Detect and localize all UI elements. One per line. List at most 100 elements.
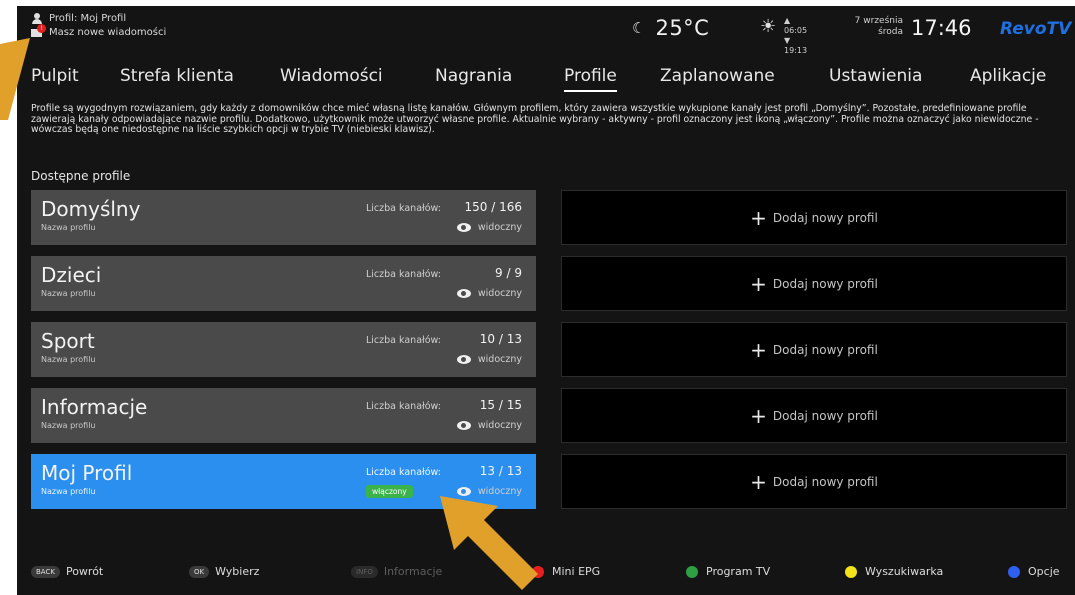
channel-count: 150 / 166: [464, 200, 522, 214]
green-button-icon: [686, 565, 698, 578]
channel-count-label: Liczba kanałów:: [366, 401, 441, 412]
channel-count-label: Liczba kanałów:: [366, 467, 441, 478]
add-profile-label: Dodaj nowy profil: [772, 408, 878, 423]
tab-wiadomosci[interactable]: Wiadomości: [280, 66, 383, 86]
channel-count-label: Liczba kanałów:: [366, 269, 441, 280]
profile-name-caption: Nazwa profilu: [41, 355, 96, 364]
weather: ☾ 25°C ☀ ▲ 06:05 ▼ 19:13: [632, 16, 807, 55]
profile-card-sport[interactable]: Sport Nazwa profilu Liczba kanałów: 10 /…: [31, 322, 536, 377]
plus-icon: +: [750, 403, 767, 428]
profile-name: Moj Profil: [41, 461, 133, 485]
tab-ustawienia[interactable]: Ustawienia: [829, 66, 922, 86]
channel-count-label: Liczba kanałów:: [366, 335, 441, 346]
sunrise-arrow-icon: ▲: [784, 16, 791, 25]
profile-name: Sport: [41, 329, 95, 353]
visibility-label: widoczny: [477, 354, 522, 365]
top-bar: Profil: Moj Profil ! Masz nowe wiadomośc…: [17, 6, 1075, 55]
plus-icon: +: [750, 337, 767, 362]
channel-count: 15 / 15: [479, 398, 522, 412]
pointer-arrow-topleft-icon: [0, 38, 30, 120]
add-profile-label: Dodaj nowy profil: [772, 276, 878, 291]
hint-green[interactable]: Program TV: [686, 565, 770, 578]
plus-icon: +: [750, 469, 767, 494]
hint-ok[interactable]: OK Wybierz: [189, 565, 259, 578]
add-profile-label: Dodaj nowy profil: [772, 342, 878, 357]
profile-name-caption: Nazwa profilu: [41, 487, 96, 496]
hint-blue-label: Opcje: [1028, 565, 1060, 578]
current-profile-label: Profil: Moj Profil: [49, 13, 127, 24]
plus-icon: +: [750, 205, 767, 230]
tab-profile[interactable]: Profile: [564, 66, 617, 92]
eye-icon: [456, 421, 471, 430]
hint-red-label: Mini EPG: [552, 565, 601, 578]
add-profile-button[interactable]: + Dodaj nowy profil: [561, 256, 1067, 311]
plus-icon: +: [750, 271, 767, 296]
blue-button-icon: [1008, 565, 1020, 578]
channel-count: 10 / 13: [479, 332, 522, 346]
hint-ok-label: Wybierz: [215, 565, 260, 578]
back-key-icon: BACK: [31, 565, 60, 578]
hint-info[interactable]: INFO Informacje: [351, 565, 442, 578]
visibility: widoczny: [456, 354, 522, 365]
ok-key-icon: OK: [189, 565, 210, 578]
profile-name-caption: Nazwa profilu: [41, 421, 96, 430]
channel-count: 13 / 13: [479, 464, 522, 478]
hint-yellow-label: Wyszukiwarka: [865, 565, 944, 578]
active-badge: włączony: [366, 485, 413, 498]
add-profile-label: Dodaj nowy profil: [772, 210, 878, 225]
profile-name: Dzieci: [41, 263, 102, 287]
eye-icon: [456, 223, 471, 232]
sunset-arrow-icon: ▼: [784, 36, 791, 45]
moon-icon: ☾: [632, 19, 646, 37]
date-weekday: środa: [878, 27, 903, 37]
hint-back[interactable]: BACK Powrót: [31, 565, 103, 578]
eye-icon: [456, 355, 471, 364]
tab-nagrania[interactable]: Nagrania: [435, 66, 512, 86]
pointer-arrow-icon: [440, 496, 538, 590]
profile-name-caption: Nazwa profilu: [41, 223, 96, 232]
visibility-label: widoczny: [477, 222, 522, 233]
visibility: widoczny: [456, 288, 522, 299]
channel-count: 9 / 9: [495, 266, 522, 280]
hint-yellow[interactable]: Wyszukiwarka: [845, 565, 943, 578]
profile-card-informacje[interactable]: Informacje Nazwa profilu Liczba kanałów:…: [31, 388, 536, 443]
tab-zaplanowane[interactable]: Zaplanowane: [660, 66, 775, 86]
temperature: 25°C: [655, 16, 710, 40]
visibility-label: widoczny: [477, 288, 522, 299]
sunrise-time: 06:05: [784, 26, 808, 35]
hint-back-label: Powrót: [65, 565, 104, 578]
hint-green-label: Program TV: [706, 565, 771, 578]
hint-blue[interactable]: Opcje: [1008, 565, 1060, 578]
add-profile-button[interactable]: + Dodaj nowy profil: [561, 388, 1067, 443]
visibility: widoczny: [456, 420, 522, 431]
eye-icon: [456, 289, 471, 298]
add-profile-button[interactable]: + Dodaj nowy profil: [561, 322, 1067, 377]
section-title: Dostępne profile: [31, 169, 131, 183]
sun-icon: ☀: [760, 16, 777, 37]
tab-strefa-klienta[interactable]: Strefa klienta: [120, 66, 234, 86]
add-profile-button[interactable]: + Dodaj nowy profil: [561, 190, 1067, 245]
revotv-logo: RevoTV: [1000, 19, 1072, 39]
sunset-time: 19:13: [784, 46, 808, 55]
info-key-icon: INFO: [351, 565, 378, 578]
add-profile-label: Dodaj nowy profil: [772, 474, 878, 489]
date: 7 września środa: [847, 16, 903, 38]
tab-aplikacje[interactable]: Aplikacje: [970, 66, 1046, 86]
profile-name: Informacje: [41, 395, 148, 419]
sun-times: ▲ 06:05 ▼ 19:13: [784, 16, 807, 56]
profile-card-dzieci[interactable]: Dzieci Nazwa profilu Liczba kanałów: 9 /…: [31, 256, 536, 311]
date-day: 7 września: [854, 16, 903, 26]
visibility: widoczny: [456, 222, 522, 233]
yellow-button-icon: [845, 565, 857, 578]
profiles-description: Profile są wygodnym rozwiązaniem, gdy ka…: [31, 103, 1039, 135]
messages-label: Masz nowe wiadomości: [49, 27, 167, 38]
messages-notice[interactable]: ! Masz nowe wiadomości: [31, 24, 167, 40]
visibility-label: widoczny: [477, 420, 522, 431]
profile-name-caption: Nazwa profilu: [41, 289, 96, 298]
main-nav: Pulpit Strefa klienta Wiadomości Nagrani…: [17, 66, 1075, 92]
add-profile-button[interactable]: + Dodaj nowy profil: [561, 454, 1067, 509]
profile-card-domyslny[interactable]: Domyślny Nazwa profilu Liczba kanałów: 1…: [31, 190, 536, 245]
current-profile: Profil: Moj Profil: [31, 12, 166, 26]
profile-name: Domyślny: [41, 197, 141, 221]
clock: 17:46: [911, 16, 972, 40]
